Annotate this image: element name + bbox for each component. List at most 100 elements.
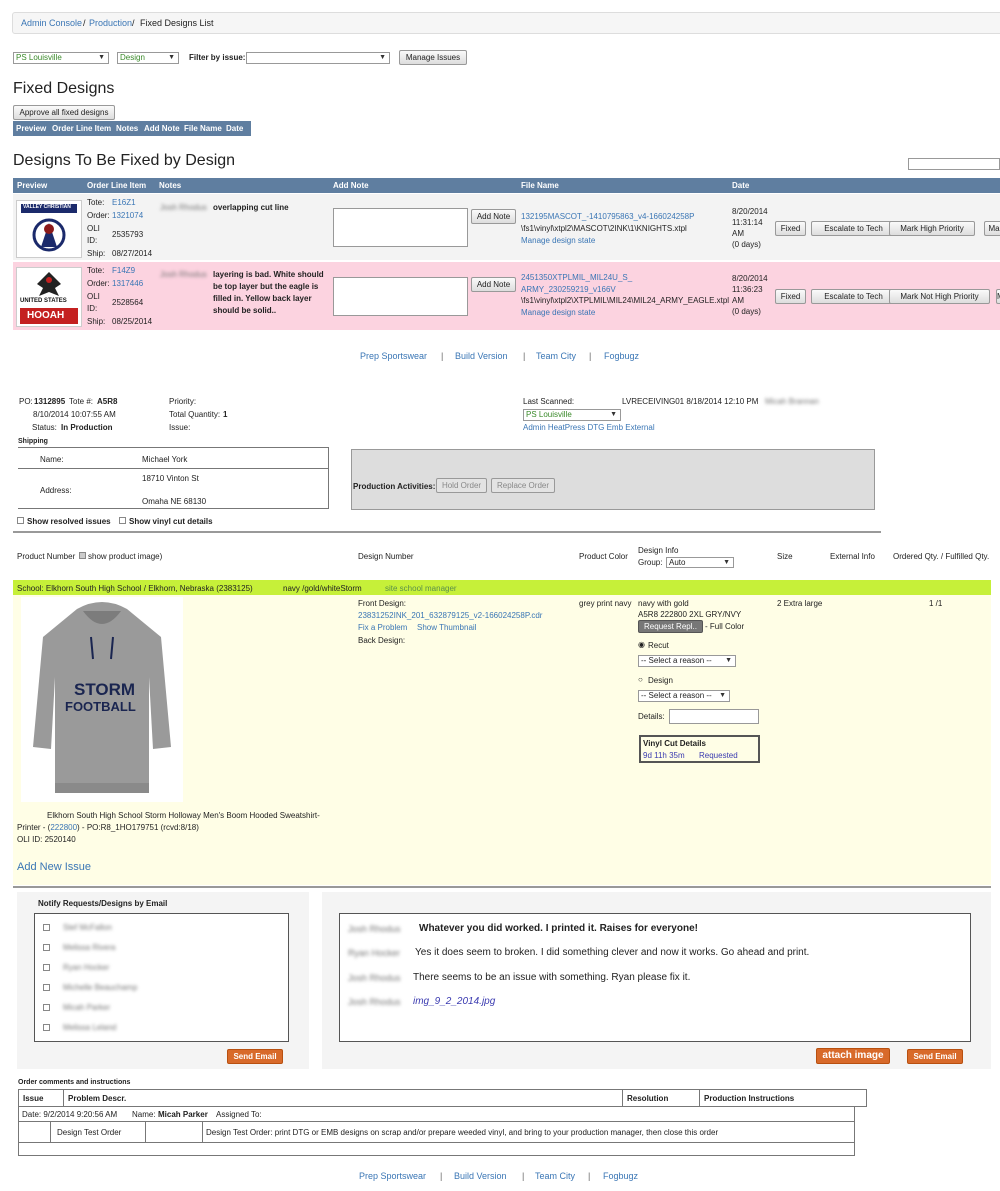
details-input[interactable]: [669, 709, 759, 724]
fixed-button[interactable]: Fixed: [775, 221, 806, 236]
footer-separator: |: [523, 351, 526, 361]
person-checkbox[interactable]: [43, 924, 50, 931]
manage-issues-button[interactable]: Manage Issues: [399, 50, 467, 65]
design-preview[interactable]: VALLEY CHRISTIAN: [16, 200, 82, 258]
manage-design-state-link[interactable]: Manage design state: [521, 308, 595, 317]
person-checkbox[interactable]: [43, 984, 50, 991]
time-value: 11:31:14: [732, 218, 763, 227]
breadcrumb-production[interactable]: Production: [89, 18, 132, 28]
comment-attachment-link[interactable]: img_9_2_2014.jpg: [413, 996, 495, 1007]
product-image[interactable]: STORM FOOTBALL: [21, 597, 183, 802]
design-reason-select[interactable]: -- Select a reason -- ▼: [638, 690, 730, 702]
show-resolved-checkbox[interactable]: [17, 517, 24, 524]
add-new-issue-link[interactable]: Add New Issue: [17, 861, 91, 873]
footer-link-prep-sportswear[interactable]: Prep Sportswear: [359, 1171, 426, 1181]
full-color-label: - Full Color: [705, 622, 745, 631]
fixed-button[interactable]: Fixed: [775, 289, 806, 304]
breadcrumb-admin-console[interactable]: Admin Console: [21, 18, 82, 28]
col-order-line-item: Order Line Item: [52, 124, 112, 133]
add-note-textarea[interactable]: [333, 208, 468, 247]
printer-link[interactable]: 222800: [50, 823, 77, 832]
footer-link-prep-sportswear[interactable]: Prep Sportswear: [360, 351, 427, 361]
escalate-button[interactable]: Escalate to Tech: [811, 289, 896, 304]
footer-link-build-version[interactable]: Build Version: [454, 1171, 507, 1181]
vinyl-cut-details-box: Vinyl Cut Details 9d 11h 35m Requested: [639, 735, 760, 763]
issue-filter-select[interactable]: ▼: [246, 52, 390, 64]
front-design-file-link[interactable]: 23831252INK_201_632879125_v2-166024258P.…: [358, 611, 542, 620]
footer-separator: |: [440, 1171, 443, 1181]
tote-label: Tote:: [87, 266, 105, 275]
recut-reason-select[interactable]: -- Select a reason -- ▼: [638, 655, 736, 667]
order-link[interactable]: 1321074: [112, 211, 143, 220]
person-checkbox[interactable]: [43, 1024, 50, 1031]
more-button[interactable]: Ma: [996, 289, 1000, 304]
add-note-button[interactable]: Add Note: [471, 209, 516, 224]
site-school-manager-link[interactable]: site school manager: [385, 584, 457, 593]
footer-link-team-city[interactable]: Team City: [536, 351, 576, 361]
hold-order-button[interactable]: Hold Order: [436, 478, 487, 493]
approve-all-button[interactable]: Approve all fixed designs: [13, 105, 115, 120]
order-link[interactable]: 1317446: [112, 279, 143, 288]
design-info-line-2: A5R8 222800 2XL GRY/NVY: [638, 610, 742, 619]
footer-link-build-version[interactable]: Build Version: [455, 351, 508, 361]
design-radio[interactable]: ○: [638, 675, 643, 684]
show-product-image-checkbox[interactable]: [79, 552, 86, 559]
person-name: Micah Parker: [63, 1003, 111, 1012]
notify-send-email-button[interactable]: Send Email: [227, 1049, 283, 1064]
name-value: Michael York: [142, 455, 188, 464]
file-path: \fs1\vinyl\xtpl2\XTPLMIL\MIL24\MIL24_ARM…: [521, 296, 730, 305]
production-activities-label: Production Activities:: [353, 482, 436, 491]
add-note-textarea[interactable]: [333, 277, 468, 316]
footer-link-fogbugz[interactable]: Fogbugz: [603, 1171, 638, 1181]
address-label: Address:: [40, 486, 72, 495]
fix-a-problem-link[interactable]: Fix a Problem: [358, 623, 407, 632]
priority-button[interactable]: Mark High Priority: [889, 221, 975, 236]
group-select[interactable]: Auto ▼: [666, 557, 734, 568]
col-notes: Notes: [116, 124, 139, 133]
tote-link[interactable]: F14Z9: [112, 266, 135, 275]
comment-author: Josh Rhodus: [348, 973, 401, 983]
priority-button[interactable]: Mark Not High Priority: [889, 289, 990, 304]
breadcrumb-current: Fixed Designs List: [140, 18, 214, 28]
tote-link[interactable]: E16Z1: [112, 198, 136, 207]
comments-send-email-button[interactable]: Send Email: [907, 1049, 963, 1064]
footer-link-fogbugz[interactable]: Fogbugz: [604, 351, 639, 361]
recut-radio[interactable]: ◉: [638, 640, 645, 649]
col-problem-description: Problem Descr.: [68, 1094, 127, 1103]
person-checkbox[interactable]: [43, 1004, 50, 1011]
file-name-link[interactable]: 2451350XTPLMIL_MIL24U_S_: [521, 273, 632, 282]
attach-image-button[interactable]: attach image: [816, 1048, 890, 1064]
front-design-label: Front Design:: [358, 599, 407, 608]
col-size: Size: [777, 552, 793, 561]
escalate-button[interactable]: Escalate to Tech: [811, 221, 896, 236]
oli-id: OLI ID: 2520140: [17, 835, 76, 844]
type-select[interactable]: Design ▼: [117, 52, 179, 64]
search-input[interactable]: [908, 158, 1000, 170]
person-checkbox[interactable]: [43, 964, 50, 971]
person-name: Melissa Rivera: [63, 943, 116, 952]
design-preview[interactable]: UNITED STATES HOOAH: [16, 267, 82, 327]
replace-order-button[interactable]: Replace Order: [491, 478, 555, 493]
more-button[interactable]: Ma: [984, 221, 1000, 236]
file-name-link[interactable]: ARMY_230259219_v166V: [521, 285, 616, 294]
tote-number-label: Tote #:: [69, 397, 94, 406]
show-thumbnail-link[interactable]: Show Thumbnail: [417, 623, 476, 632]
shipping-label: Shipping: [18, 438, 48, 445]
col-design-number: Design Number: [358, 552, 414, 561]
person-name: Ryan Hocker: [63, 963, 110, 972]
size-value: 2 Extra large: [777, 599, 823, 608]
group-label: Group:: [638, 558, 663, 567]
request-replacement-button[interactable]: Request Repl..: [638, 620, 703, 633]
logo-text: UNITED STATES: [20, 298, 67, 304]
add-note-button[interactable]: Add Note: [471, 277, 516, 292]
location-select[interactable]: PS Louisville ▼: [13, 52, 109, 64]
order-location-select[interactable]: PS Louisville ▼: [523, 409, 621, 421]
person-checkbox[interactable]: [43, 944, 50, 951]
show-vinyl-checkbox[interactable]: [119, 517, 126, 524]
order-action-links[interactable]: Admin HeatPress DTG Emb External: [523, 423, 655, 432]
footer-link-team-city[interactable]: Team City: [535, 1171, 575, 1181]
col-add-note: Add Note: [333, 181, 369, 190]
hoodie-text: FOOTBALL: [65, 699, 136, 714]
file-name-link[interactable]: 132195MASCOT_-1410795863_v4-166024258P: [521, 212, 694, 221]
manage-design-state-link[interactable]: Manage design state: [521, 236, 595, 245]
